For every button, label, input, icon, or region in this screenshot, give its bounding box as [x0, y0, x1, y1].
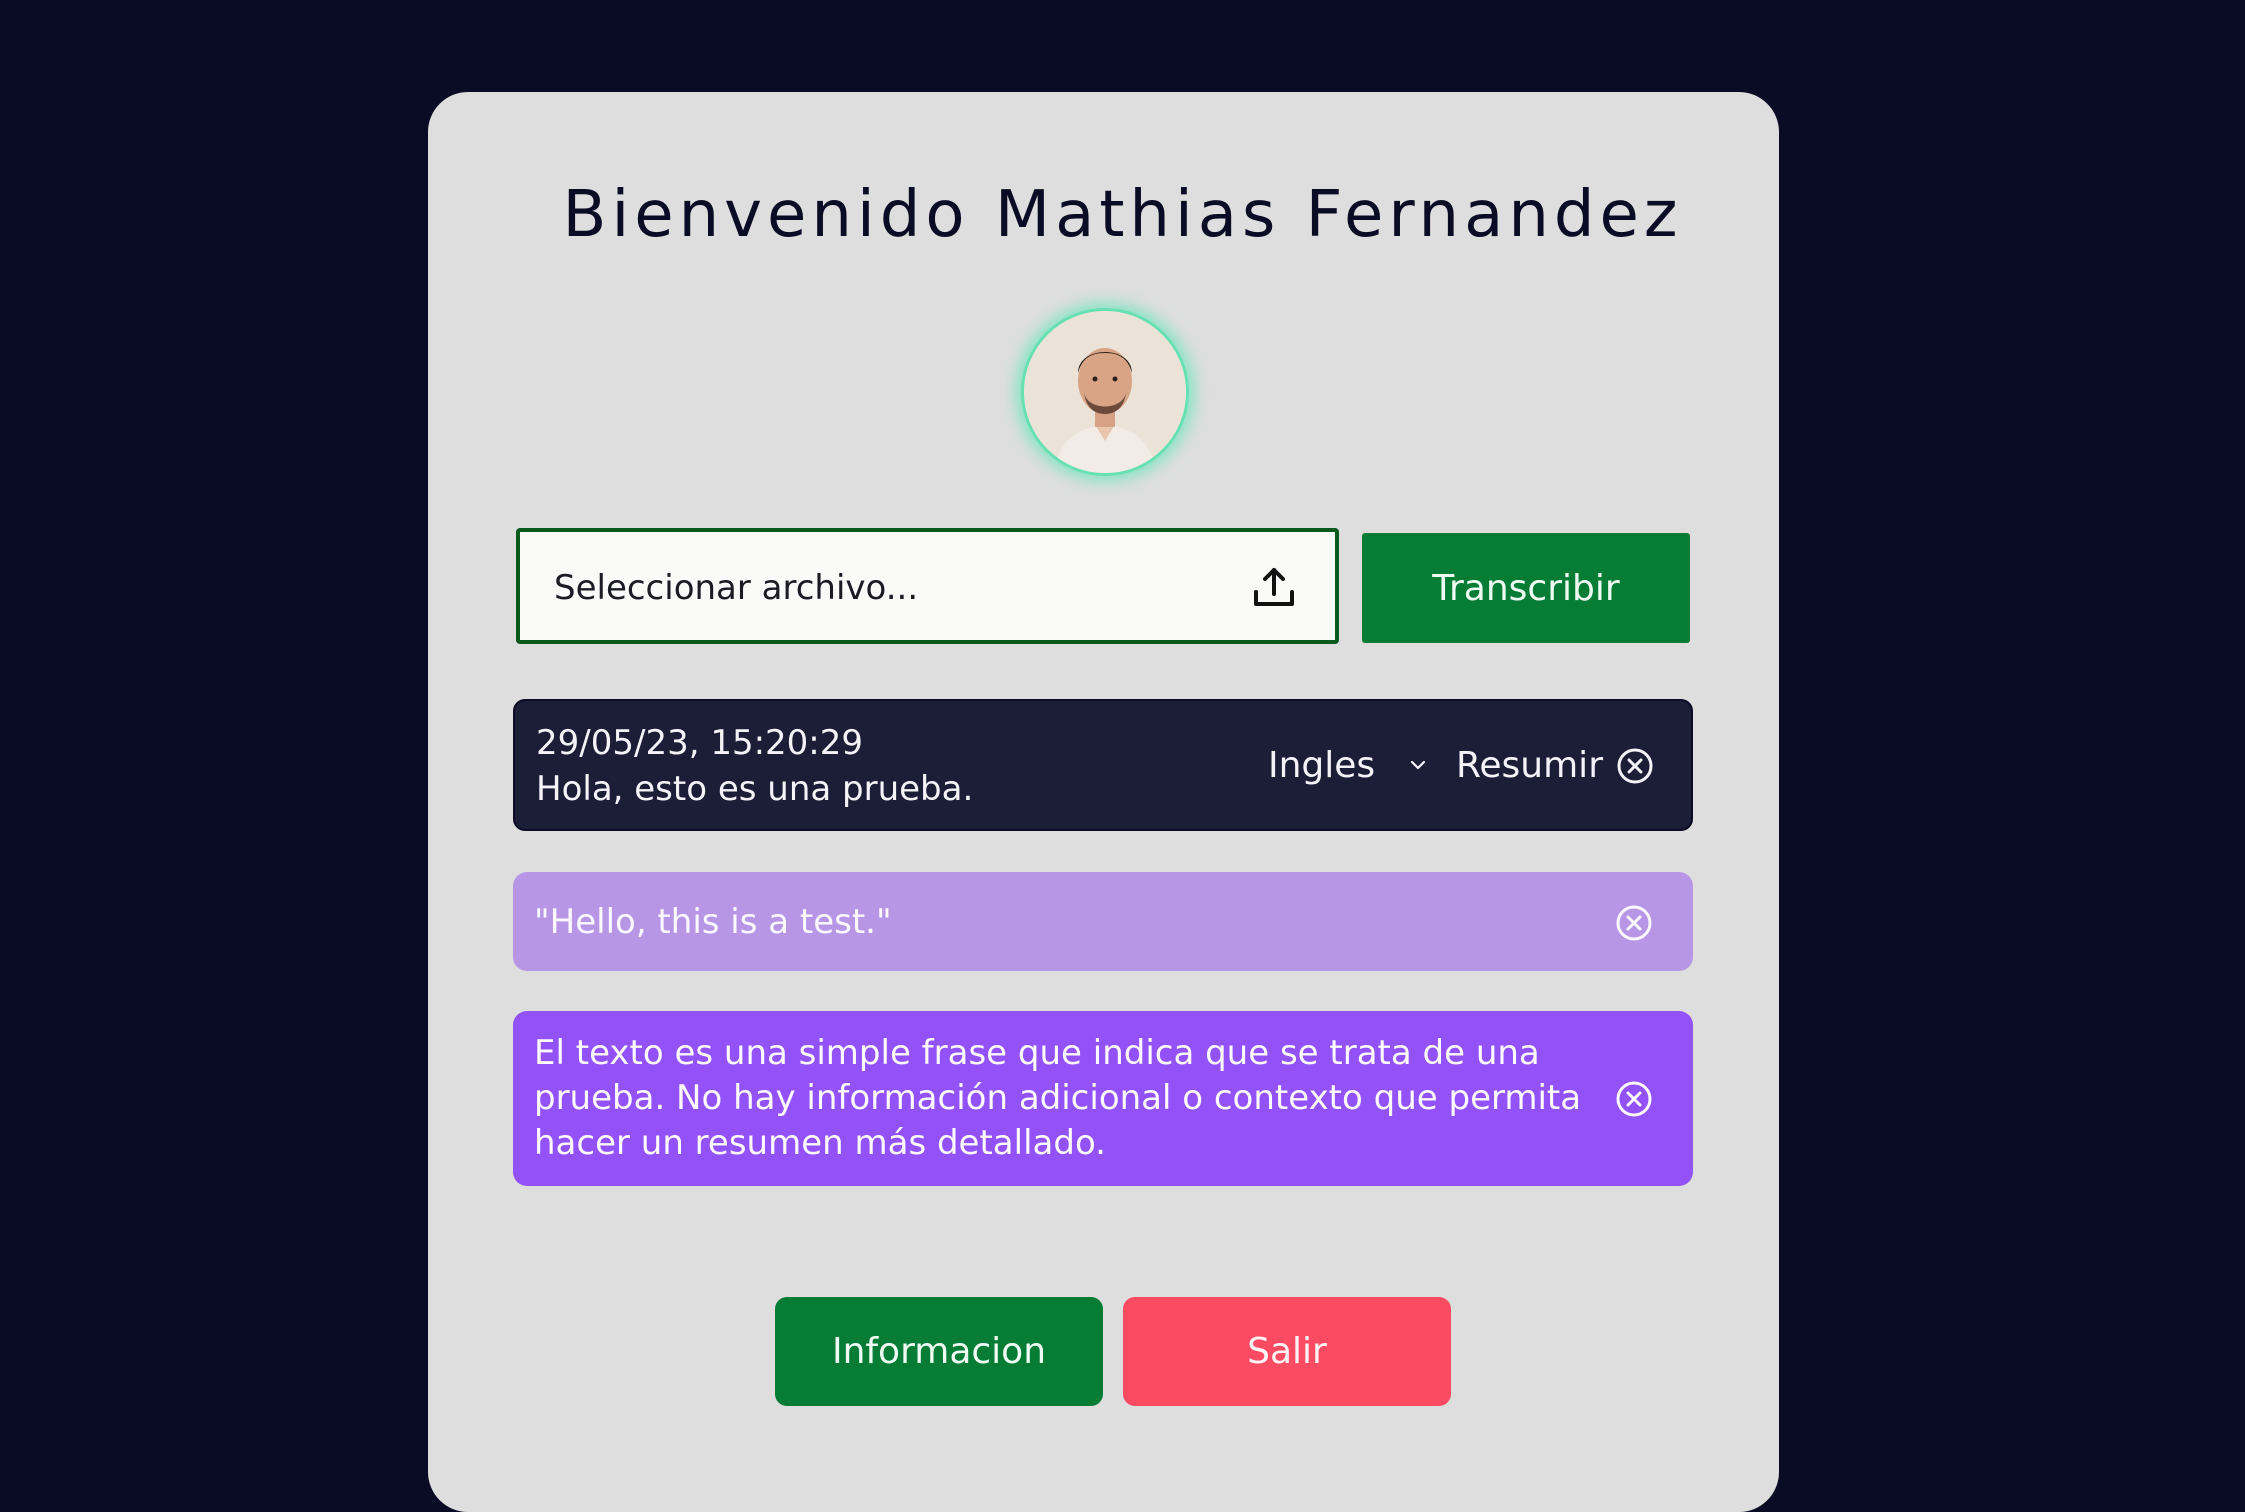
exit-button[interactable]: Salir: [1123, 1297, 1451, 1406]
transcribe-button[interactable]: Transcribir: [1362, 533, 1690, 643]
page-title: Bienvenido Mathias Fernandez: [562, 178, 1683, 252]
close-icon[interactable]: [1614, 903, 1654, 943]
summarize-button[interactable]: Resumir: [1456, 745, 1603, 786]
avatar: [1021, 308, 1189, 476]
upload-icon[interactable]: [1251, 564, 1297, 610]
file-select-input[interactable]: Seleccionar archivo...: [516, 528, 1339, 644]
transcription-datetime: 29/05/23, 15:20:29: [536, 723, 864, 763]
summary-text: El texto es una simple frase que indica …: [534, 1033, 1582, 1163]
file-select-placeholder: Seleccionar archivo...: [554, 568, 919, 608]
translation-card: "Hello, this is a test.": [513, 872, 1693, 971]
transcription-card: 29/05/23, 15:20:29 Hola, esto es una pru…: [513, 699, 1693, 831]
close-icon[interactable]: [1615, 746, 1655, 786]
summary-card: El texto es una simple frase que indica …: [513, 1011, 1693, 1186]
info-button[interactable]: Informacion: [775, 1297, 1103, 1406]
chevron-down-icon[interactable]: [1406, 753, 1430, 777]
language-select[interactable]: Ingles: [1268, 745, 1375, 786]
avatar-photo: [1024, 311, 1186, 473]
transcription-text: Hola, esto es una prueba.: [536, 769, 974, 809]
translation-text: "Hello, this is a test.": [534, 902, 892, 942]
close-icon[interactable]: [1614, 1079, 1654, 1119]
